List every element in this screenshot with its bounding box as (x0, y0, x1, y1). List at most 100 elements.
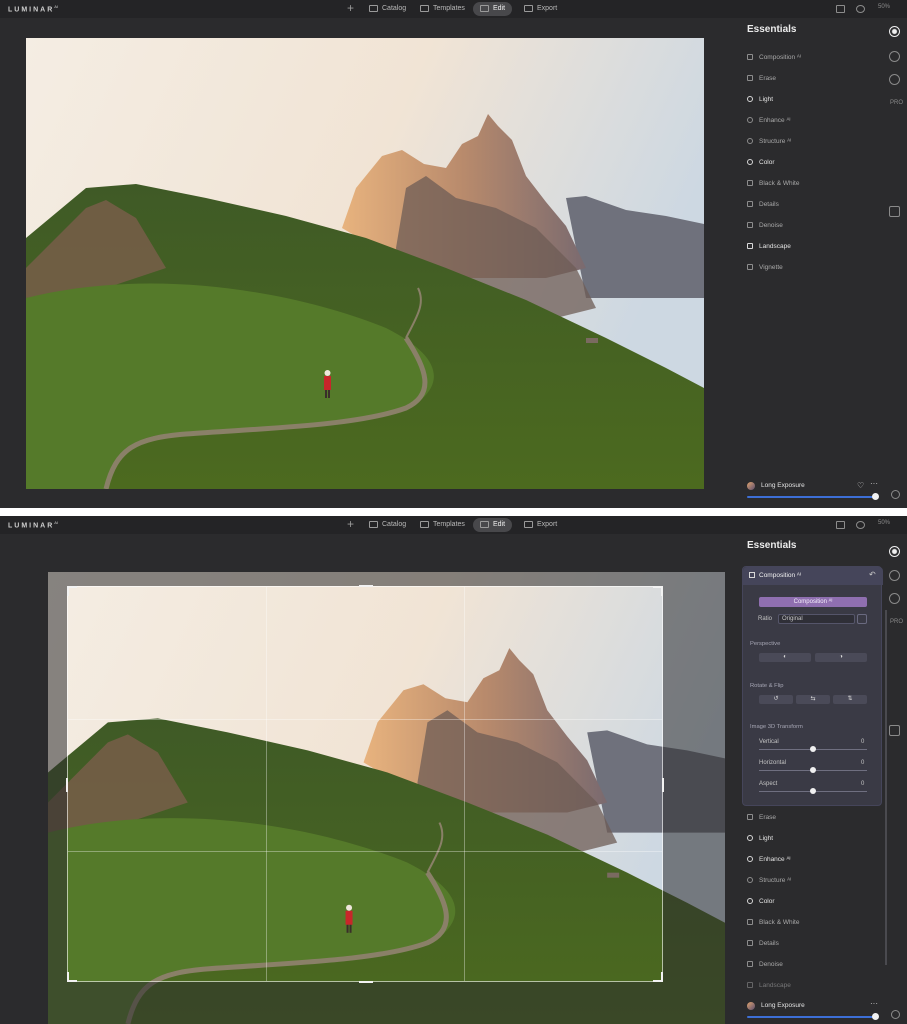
tab-edit[interactable]: Edit (473, 2, 513, 16)
tool-denoise[interactable]: Denoise (747, 957, 783, 971)
ratio-select[interactable]: Original (778, 614, 855, 624)
templates-icon (420, 520, 429, 528)
portrait-face-icon[interactable] (889, 74, 900, 85)
flip-vertical-button[interactable]: ⇅ (833, 695, 867, 704)
creative-palette-icon[interactable] (889, 51, 900, 62)
tool-structure[interactable]: Structure ᴬᴵ (747, 873, 791, 887)
preset-thumbnail[interactable] (747, 482, 755, 490)
pro-label[interactable]: PRO (890, 100, 903, 106)
presets-icon[interactable] (889, 725, 900, 736)
eraser-icon (747, 814, 753, 820)
crop-handle-right[interactable] (662, 778, 664, 792)
tool-details[interactable]: Details (747, 936, 779, 950)
favorite-heart-icon[interactable]: ♡ (857, 481, 864, 490)
tool-details[interactable]: Details (747, 197, 779, 211)
flip-horizontal-button[interactable]: ⇆ (796, 695, 830, 704)
zoom-level[interactable]: 50% (878, 520, 890, 526)
tab-catalog[interactable]: Catalog (362, 2, 413, 16)
crop-handle-top[interactable] (359, 585, 373, 587)
perspective-horizontal-button[interactable]: ◐ (759, 653, 811, 662)
tool-erase[interactable]: Erase (747, 810, 776, 824)
tool-color[interactable]: Color (747, 155, 775, 169)
enhance-icon (747, 117, 753, 123)
preset-amount-slider[interactable] (747, 1013, 879, 1020)
tool-vignette[interactable]: Vignette (747, 260, 783, 274)
creative-palette-icon[interactable] (889, 570, 900, 581)
presets-icon[interactable] (889, 206, 900, 217)
slider-knob[interactable] (810, 746, 816, 752)
ratio-label: Ratio (758, 616, 773, 622)
image-canvas (0, 18, 737, 508)
essentials-sun-icon[interactable] (889, 26, 900, 37)
tool-erase[interactable]: Erase (747, 71, 776, 85)
crop-handle-top-left[interactable] (67, 586, 77, 596)
reset-undo-icon[interactable]: ↶ (869, 570, 876, 579)
composition-ai-button[interactable]: Composition ᴬᴵ (759, 597, 867, 607)
rotate-button[interactable]: ↺ (759, 695, 793, 704)
panel-title: Essentials (747, 540, 797, 551)
vertical-slider[interactable] (759, 746, 867, 752)
tab-edit[interactable]: Edit (473, 518, 513, 532)
tool-enhance[interactable]: Enhance ᴬᴵ (747, 852, 791, 866)
templates-icon (420, 4, 429, 12)
tool-color[interactable]: Color (747, 894, 775, 908)
crop-frame[interactable] (66, 585, 664, 983)
crop-handle-top-right[interactable] (653, 586, 663, 596)
tab-export[interactable]: Export (517, 2, 564, 16)
tab-catalog[interactable]: Catalog (362, 518, 413, 532)
more-options-icon[interactable]: ··· (870, 999, 878, 1008)
tab-export[interactable]: Export (517, 518, 564, 532)
ratio-orientation-button[interactable] (857, 614, 867, 624)
rotate-flip-section-label: Rotate & Flip (750, 683, 784, 689)
tab-templates[interactable]: Templates (413, 518, 472, 532)
landscape-icon (747, 982, 753, 988)
sun-icon (747, 835, 753, 841)
slider-knob[interactable] (872, 493, 879, 500)
perspective-vertical-button[interactable]: ◑ (815, 653, 867, 662)
crop-handle-bottom-right[interactable] (653, 972, 663, 982)
preset-name[interactable]: Long Exposure (761, 1002, 805, 1009)
tool-light[interactable]: Light (747, 92, 773, 106)
aspect-slider[interactable] (759, 788, 867, 794)
compare-split-icon[interactable] (836, 5, 845, 13)
slider-knob[interactable] (872, 1013, 879, 1020)
add-photo-button[interactable]: + (347, 517, 354, 531)
more-options-icon[interactable]: ··· (870, 479, 878, 488)
tab-templates[interactable]: Templates (413, 2, 472, 16)
essentials-sun-icon[interactable] (889, 546, 900, 557)
tool-black-white[interactable]: Black & White (747, 915, 799, 929)
landscape-photo[interactable] (26, 38, 704, 489)
tool-black-white[interactable]: Black & White (747, 176, 799, 190)
composition-panel: Composition ᴬᴵ ↶ Composition ᴬᴵ Ratio Or… (742, 566, 883, 806)
slider-knob[interactable] (810, 788, 816, 794)
crop-handle-bottom-left[interactable] (67, 972, 77, 982)
preview-eye-icon[interactable] (856, 521, 865, 529)
preset-amount-slider[interactable] (747, 493, 879, 500)
tool-landscape[interactable]: Landscape (747, 239, 791, 253)
tool-light[interactable]: Light (747, 831, 773, 845)
tool-landscape[interactable]: Landscape (747, 978, 791, 992)
tool-denoise[interactable]: Denoise (747, 218, 783, 232)
preset-thumbnail[interactable] (747, 1002, 755, 1010)
preview-eye-icon[interactable] (856, 5, 865, 13)
tool-structure[interactable]: Structure ᴬᴵ (747, 134, 791, 148)
crop-handle-bottom[interactable] (359, 981, 373, 983)
tool-enhance[interactable]: Enhance ᴬᴵ (747, 113, 791, 127)
crop-handle-left[interactable] (66, 778, 68, 792)
zoom-level[interactable]: 50% (878, 4, 890, 10)
add-photo-button[interactable]: + (347, 1, 354, 15)
preset-name[interactable]: Long Exposure (761, 482, 805, 489)
grid-line (464, 587, 465, 981)
denoise-icon (747, 961, 753, 967)
compare-split-icon[interactable] (836, 521, 845, 529)
slider-knob[interactable] (810, 767, 816, 773)
composition-header[interactable]: Composition ᴬᴵ ↶ (743, 567, 883, 585)
history-clock-icon[interactable] (891, 1010, 900, 1019)
portrait-face-icon[interactable] (889, 593, 900, 604)
history-clock-icon[interactable] (891, 490, 900, 499)
crop-shade-bottom (67, 982, 663, 1024)
pro-label[interactable]: PRO (890, 619, 903, 625)
horizontal-slider[interactable] (759, 767, 867, 773)
landscape-icon (747, 243, 753, 249)
tool-composition[interactable]: Composition ᴬᴵ (747, 50, 801, 64)
